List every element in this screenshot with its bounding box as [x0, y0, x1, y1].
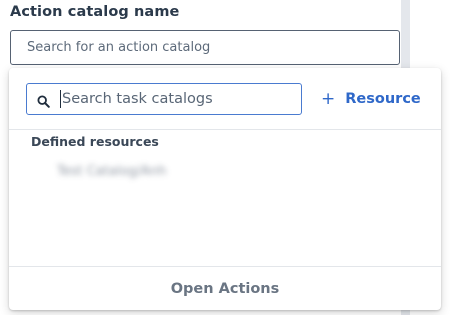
catalog-dropdown: Search task catalogs + Resource Defined … [9, 68, 441, 310]
page: Action catalog name Search for an action… [0, 0, 450, 315]
action-catalog-input[interactable]: Search for an action catalog [10, 30, 400, 65]
dropdown-header: Search task catalogs + Resource [9, 68, 441, 130]
list-item[interactable]: Test Catalog/Anh [57, 164, 166, 182]
text-cursor [60, 90, 61, 108]
add-resource-label: Resource [345, 91, 421, 107]
search-icon [37, 93, 50, 108]
action-catalog-placeholder: Search for an action catalog [27, 40, 211, 55]
section-label: Defined resources [31, 134, 159, 149]
task-catalog-search-input[interactable]: Search task catalogs [26, 83, 302, 115]
add-resource-button[interactable]: + Resource [321, 87, 421, 111]
search-placeholder: Search task catalogs [62, 91, 213, 107]
plus-icon: + [321, 88, 336, 109]
field-label: Action catalog name [10, 4, 180, 20]
open-actions-button[interactable]: Open Actions [9, 266, 441, 310]
